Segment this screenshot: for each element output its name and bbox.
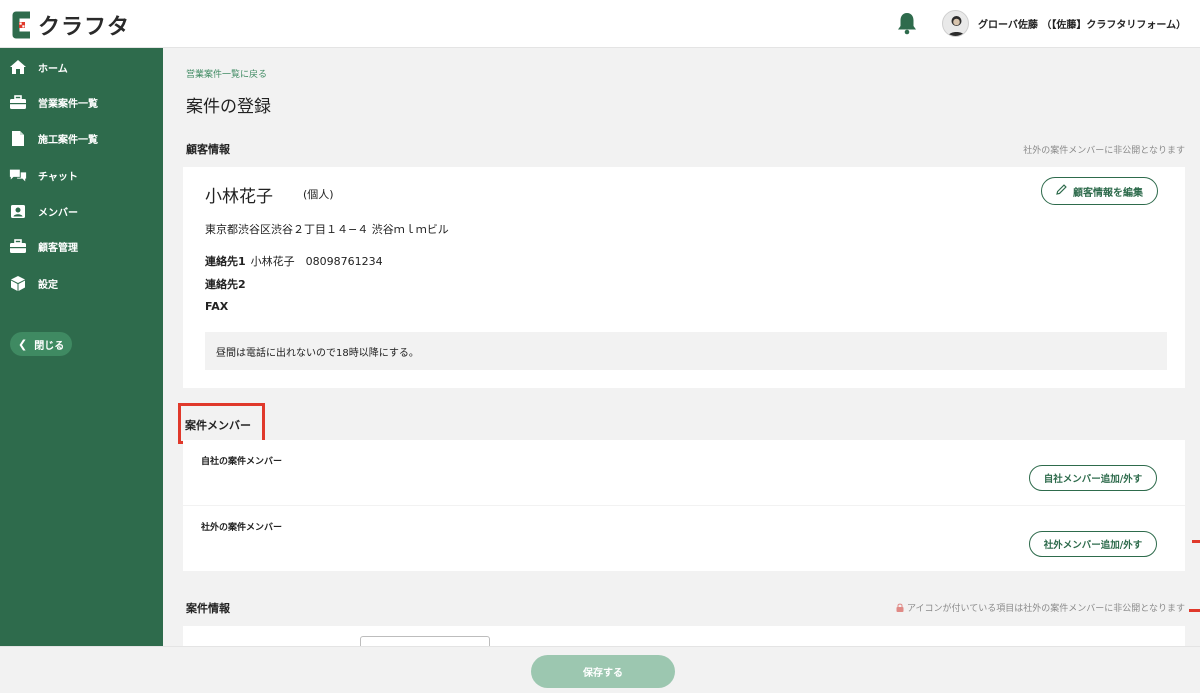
customer-memo-text: 昼間は電話に出れないので18時以降にする。	[216, 347, 419, 359]
info-section-note: アイコンが付いている項目は社外の案件メンバーに非公開となります	[896, 601, 1185, 614]
avatar[interactable]	[942, 10, 969, 37]
home-icon	[9, 58, 27, 76]
member-icon	[9, 202, 27, 220]
contact1-label: 連絡先1	[205, 255, 246, 268]
external-members-button-label: 社外メンバー追加/外す	[1043, 540, 1143, 551]
fax-row: FAX	[205, 300, 233, 313]
customer-section-note: 社外の案件メンバーに非公開となります	[1023, 146, 1185, 156]
sidebar-item-sales-projects[interactable]: 営業案件一覧	[0, 84, 163, 120]
logo-icon	[10, 10, 36, 40]
lock-icon	[896, 603, 904, 612]
internal-members-card: 自社の案件メンバー 自社メンバー追加/外す	[183, 440, 1185, 505]
edit-customer-label: 顧客情報を編集	[1073, 187, 1143, 199]
project-info-card	[183, 626, 1185, 646]
close-sidebar-label: 閉じる	[34, 340, 65, 352]
internal-members-label: 自社の案件メンバー	[201, 457, 283, 467]
sidebar-item-settings[interactable]: 設定	[0, 265, 163, 301]
close-sidebar-button[interactable]: ❮ 閉じる	[10, 332, 72, 356]
external-members-toggle-button[interactable]: 社外メンバー追加/外す	[1029, 531, 1157, 557]
contact1-value: 小林花子 08098761234	[250, 255, 383, 268]
project-info-input[interactable]	[360, 636, 490, 646]
sidebar-item-home[interactable]: ホーム	[0, 49, 163, 85]
fax-label: FAX	[205, 300, 229, 313]
sidebar-item-customers[interactable]: 顧客管理	[0, 228, 163, 264]
chevron-left-icon: ❮	[18, 337, 28, 351]
briefcase-icon	[9, 237, 27, 255]
footer-bar: 保存する	[0, 646, 1200, 693]
sidebar-item-members[interactable]: メンバー	[0, 193, 163, 229]
sidebar-item-label: メンバー	[38, 207, 78, 219]
document-icon	[9, 129, 27, 147]
save-button-label: 保存する	[583, 668, 623, 679]
sidebar-item-label: 施工案件一覧	[38, 134, 98, 146]
sidebar-item-label: チャット	[38, 171, 78, 183]
main-content: 営業案件一覧に戻る 案件の登録 顧客情報 社外の案件メンバーに非公開となります …	[163, 48, 1200, 646]
customer-memo: 昼間は電話に出れないので18時以降にする。	[205, 332, 1167, 370]
chat-icon	[9, 166, 27, 184]
app-header: クラフタ グローバ佐藤 （【佐藤】クラフタリフォーム）	[0, 0, 1200, 48]
customer-address: 東京都渋谷区渋谷２丁目１４−４ 渋谷ｍｌｍビル	[205, 223, 449, 236]
members-section-title: 案件メンバー	[185, 419, 251, 432]
customer-card: 小林花子 (個人) 顧客情報を編集 東京都渋谷区渋谷２丁目１４−４ 渋谷ｍｌｍビ…	[183, 167, 1185, 388]
customer-type: (個人)	[303, 188, 334, 201]
customer-name: 小林花子	[205, 187, 273, 207]
contact1-row: 連絡先1 小林花子 08098761234	[205, 253, 383, 269]
pencil-icon	[1056, 184, 1067, 198]
sidebar: ホーム 営業案件一覧 施工案件一覧 チャット メンバー 顧客管理 設定 ❮ 閉じ…	[0, 48, 163, 646]
highlight-underline	[1192, 540, 1200, 543]
back-to-sales-list-link[interactable]: 営業案件一覧に戻る	[186, 67, 267, 80]
internal-members-toggle-button[interactable]: 自社メンバー追加/外す	[1029, 465, 1157, 491]
box-icon	[9, 274, 27, 292]
sidebar-item-label: 営業案件一覧	[38, 98, 98, 110]
sidebar-item-construction-projects[interactable]: 施工案件一覧	[0, 120, 163, 156]
contact2-row: 連絡先2	[205, 276, 251, 292]
contact2-label: 連絡先2	[205, 278, 246, 291]
highlight-underline	[1189, 609, 1200, 612]
notification-bell-icon[interactable]	[896, 11, 918, 35]
edit-customer-button[interactable]: 顧客情報を編集	[1041, 177, 1158, 205]
logo-text: クラフタ	[38, 15, 131, 40]
logo[interactable]: クラフタ	[10, 9, 130, 41]
external-members-label: 社外の案件メンバー	[201, 523, 283, 533]
user-name[interactable]: グローバ佐藤 （【佐藤】クラフタリフォーム）	[978, 16, 1186, 31]
briefcase-icon	[9, 93, 27, 111]
internal-members-button-label: 自社メンバー追加/外す	[1043, 474, 1143, 485]
save-button[interactable]: 保存する	[531, 655, 675, 688]
sidebar-item-chat[interactable]: チャット	[0, 157, 163, 193]
info-section-title: 案件情報	[186, 602, 230, 615]
sidebar-item-label: 顧客管理	[38, 242, 78, 254]
info-section-note-text: アイコンが付いている項目は社外の案件メンバーに非公開となります	[906, 604, 1185, 614]
page-title: 案件の登録	[186, 97, 271, 117]
sidebar-item-label: ホーム	[38, 63, 68, 75]
sidebar-item-label: 設定	[38, 279, 58, 291]
external-members-card: 社外の案件メンバー 社外メンバー追加/外す	[183, 506, 1185, 571]
customer-section-title: 顧客情報	[186, 143, 230, 156]
